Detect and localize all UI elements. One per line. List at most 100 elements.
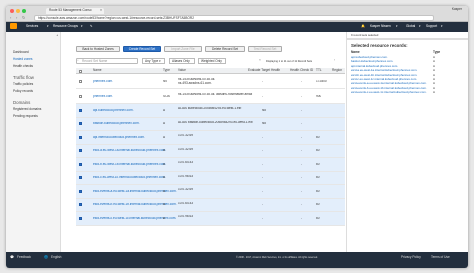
row-type: A (163, 149, 166, 153)
select-all-checkbox[interactable] (79, 69, 82, 73)
table-row[interactable]: etcd-a.eu-west-1a.internal.kubecloud.phe… (76, 144, 345, 158)
back-arrow-icon[interactable]: ‹ (10, 15, 11, 21)
row-name[interactable]: phennex.com. (93, 80, 113, 84)
paging-info: Displaying 1 to 11 out of 11 Record Sets (266, 60, 313, 63)
next-page-icon[interactable]: › (334, 58, 335, 63)
col-value[interactable]: Value (178, 68, 186, 73)
type-filter-value: Any Type (145, 59, 159, 63)
resource-groups-chevron-icon: ▾ (81, 23, 83, 28)
col-type[interactable]: Type (163, 68, 170, 73)
row-checkbox[interactable] (79, 216, 82, 220)
resource-groups-menu[interactable]: Resource Groups (53, 24, 78, 29)
row-checkbox[interactable] (79, 162, 82, 166)
aliases-only-toggle[interactable]: Aliases Only (169, 58, 195, 64)
privacy-policy-link[interactable]: Privacy Policy (401, 255, 421, 260)
row-checkbox[interactable] (79, 122, 82, 126)
terms-of-use-link[interactable]: Terms of Use (431, 255, 450, 260)
sidebar-item-policy-records[interactable]: Policy records (13, 89, 33, 94)
row-checkbox[interactable] (79, 108, 82, 112)
table-row[interactable]: etcd-b.eu-west-1b.internal.kubecloud.phe… (76, 158, 345, 172)
record-set-search-input[interactable]: Record Set Name (76, 58, 138, 64)
row-ttl: 60 (316, 149, 320, 153)
col-evaluate-target-health[interactable]: Evaluate Target Health (248, 68, 280, 73)
address-bar[interactable]: https://console.aws.amazon.com/route53/h… (34, 15, 434, 21)
table-row[interactable]: phennex.com. SOA ns-1539.awsdns-00.co.uk. … (76, 89, 345, 104)
aws-cube-icon[interactable] (10, 23, 17, 29)
table-row[interactable]: etcd-c.eu-west-1c.internal.kubecloud.phe… (76, 171, 345, 185)
aws-navbar: Services ▾ Resource Groups ▾ ✎ 🔔 Kasper … (6, 22, 468, 32)
account-menu[interactable]: Kasper Nissen (370, 24, 391, 29)
first-page-icon[interactable]: « (259, 58, 261, 63)
import-zone-file-button[interactable]: Import Zone File (164, 46, 202, 52)
sidebar-item-health-checks[interactable]: Health checks (13, 64, 33, 69)
table-row[interactable]: etcd-events-c.eu-west-1c.internal.kubecl… (76, 212, 345, 226)
bell-icon[interactable]: 🔔 (361, 24, 365, 29)
reload-icon[interactable]: ↻ (22, 15, 25, 21)
row-checkbox[interactable] (79, 189, 82, 193)
maximize-window-icon[interactable] (22, 9, 26, 13)
row-name[interactable]: etcd-a.eu-west-1a.internal.kubecloud.phe… (93, 149, 166, 153)
sidebar-item-pending-requests[interactable]: Pending requests (13, 114, 38, 119)
delete-record-set-button[interactable]: Delete Record Set (205, 46, 245, 52)
selected-record-type: A (433, 90, 435, 95)
row-value: 10.0.32.69 (178, 147, 194, 151)
pin-icon[interactable]: ✎ (90, 24, 93, 29)
row-health-check-id: - (301, 79, 303, 83)
collapse-sidebar-icon[interactable]: ◂ (56, 33, 58, 38)
feedback-link[interactable]: Feedback (17, 255, 31, 260)
row-checkbox[interactable] (79, 135, 82, 139)
row-evaluate-target-health: - (262, 149, 264, 153)
weighted-only-toggle[interactable]: Weighted Only (198, 58, 226, 64)
row-name[interactable]: phennex.com. (93, 95, 113, 99)
table-row[interactable]: phennex.com. NS ns-1539.awsdns-00.co.uk. n… (76, 74, 345, 89)
create-record-set-button[interactable]: Create Record Set (123, 46, 161, 52)
col-health-check-id[interactable]: Health Check ID (290, 68, 313, 73)
close-window-icon[interactable] (10, 9, 14, 13)
browser-tab[interactable]: Route 53 Management Conso × (46, 8, 104, 14)
table-row[interactable]: api.kubecloud.phennex.com. A ALIAS kubeclo… (76, 104, 345, 118)
language-select[interactable]: English (51, 255, 61, 260)
row-name[interactable]: etcd-b.eu-west-1b.internal.kubecloud.phe… (93, 163, 166, 167)
region-menu[interactable]: Global (406, 24, 415, 29)
back-to-hosted-zones-button[interactable]: Back to Hosted Zones (76, 46, 120, 52)
forward-arrow-icon[interactable]: › (16, 15, 17, 21)
selection-status: 9 record sets selected (351, 33, 379, 37)
services-menu[interactable]: Services (26, 24, 38, 29)
col-ttl[interactable]: TTL (316, 68, 322, 73)
row-checkbox[interactable] (79, 176, 82, 180)
table-row[interactable]: etcd-events-a.eu-west-1a.internal.kubecl… (76, 185, 345, 199)
row-name[interactable]: api.internal.kubecloud.phennex.com. (93, 136, 145, 140)
browser-chrome: Route 53 Management Conso × Kasper ‹ › ↻… (6, 6, 468, 22)
sidebar-item-traffic-policies[interactable]: Traffic policies (13, 82, 33, 87)
row-evaluate-target-health: - (262, 94, 264, 98)
region-chevron-icon: ▾ (419, 23, 421, 28)
minimize-window-icon[interactable] (16, 9, 20, 13)
detail-panel: 9 record sets selected Selected resource… (346, 32, 468, 252)
tab-close-icon[interactable]: × (100, 8, 102, 13)
table-row[interactable]: api.internal.kubecloud.phennex.com. A 10.0… (76, 131, 345, 145)
sidebar-item-hosted-zones[interactable]: Hosted zones (13, 57, 33, 62)
row-checkbox[interactable] (79, 79, 82, 83)
row-name[interactable]: bastion.kubecloud.phennex.com. (93, 122, 140, 126)
type-filter-select[interactable]: Any Type ▾ (142, 58, 165, 64)
col-region[interactable]: Region (332, 68, 342, 73)
row-name[interactable]: etcd-c.eu-west-1c.internal.kubecloud.phe… (93, 176, 166, 180)
feedback-icon[interactable]: 💬 (10, 255, 14, 260)
row-checkbox[interactable] (79, 94, 82, 98)
row-name[interactable]: api.kubecloud.phennex.com. (93, 109, 134, 113)
row-ttl: 60 (316, 162, 320, 166)
table-row[interactable]: bastion.kubecloud.phennex.com. A ALIAS bas… (76, 117, 345, 131)
row-evaluate-target-health: - (262, 216, 264, 220)
support-menu[interactable]: Support (426, 24, 437, 29)
browser-window: Route 53 Management Conso × Kasper ‹ › ↻… (6, 6, 468, 268)
row-evaluate-target-health: - (262, 79, 264, 83)
col-name[interactable]: Name (93, 68, 102, 73)
selected-record-name[interactable]: etcd-events-c.eu-west-1c.internal.kubecl… (351, 90, 427, 94)
browser-user[interactable]: Kasper (452, 7, 462, 12)
row-checkbox[interactable] (79, 203, 82, 207)
test-record-set-button[interactable]: Test Record Set (248, 46, 282, 52)
table-row[interactable]: etcd-events-b.eu-west-1b.internal.kubecl… (76, 198, 345, 212)
row-checkbox[interactable] (79, 149, 82, 153)
sidebar-item-registered-domains[interactable]: Registered domains (13, 107, 41, 112)
sidebar-item-dashboard[interactable]: Dashboard (13, 50, 29, 55)
